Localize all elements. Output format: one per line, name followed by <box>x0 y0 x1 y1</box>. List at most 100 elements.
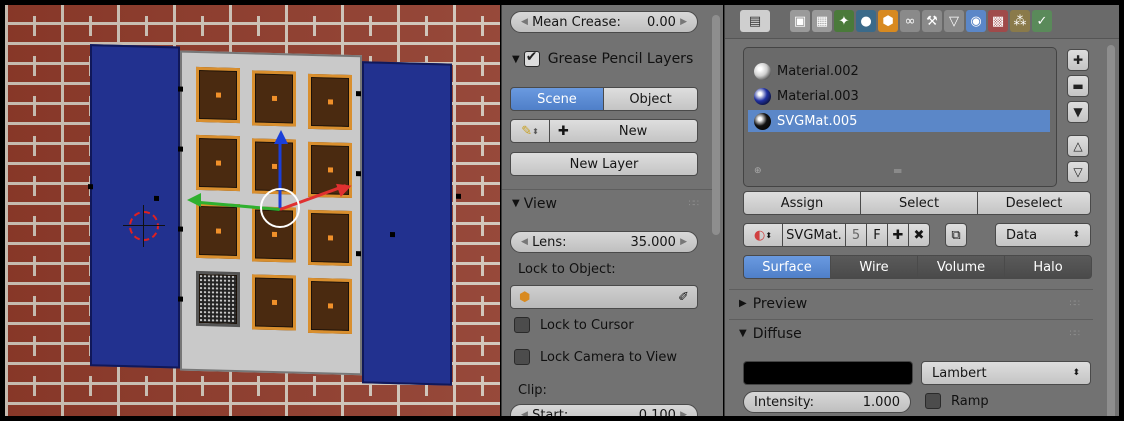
diffuse-shader-select[interactable]: Lambert ⬍ <box>921 361 1091 385</box>
gizmo-center-circle[interactable] <box>260 188 300 228</box>
gizmo-y-arrow-icon[interactable] <box>187 193 201 207</box>
material-slot-item[interactable]: Material.003 <box>748 85 1050 107</box>
lock-object-field[interactable]: ⬢ ✐ <box>510 285 698 309</box>
list-resize-handle[interactable]: ═ <box>894 164 901 178</box>
material-name-field[interactable]: SVGMat. <box>782 223 846 247</box>
pencil-browse-button[interactable]: ✎ ⬍ <box>510 119 550 143</box>
grease-pencil-checkbox[interactable] <box>523 49 540 67</box>
intensity-field[interactable]: Intensity: 1.000 <box>743 391 911 413</box>
add-icon[interactable]: ⊕ <box>754 166 762 176</box>
deselect-button[interactable]: Deselect <box>977 191 1091 215</box>
ramp-row[interactable]: Ramp <box>925 393 989 409</box>
scene-tab-icon[interactable]: ✦ <box>834 10 854 32</box>
drag-handle-icon[interactable]: ∷∷ <box>689 199 700 209</box>
window-pane[interactable] <box>196 202 240 260</box>
drag-handle-icon[interactable]: ∷∷ <box>1070 299 1081 309</box>
window-pane[interactable] <box>252 70 296 127</box>
vertex[interactable] <box>178 86 183 92</box>
texture-tab-icon[interactable]: ▩ <box>988 10 1008 32</box>
slot-menu-button[interactable]: ▼ <box>1067 101 1089 123</box>
particles-tab-icon[interactable]: ⁂ <box>1010 10 1030 32</box>
eyedropper-icon: ✐ <box>678 289 689 305</box>
fake-user-button[interactable]: F <box>866 223 888 247</box>
ramp-checkbox[interactable] <box>925 393 941 409</box>
world-tab-icon[interactable]: ● <box>856 10 876 32</box>
material-slot-list[interactable]: Material.002 Material.003 SVGMat.005 ⊕ ═ <box>743 47 1057 187</box>
object-tab-icon[interactable]: ⬢ <box>878 10 898 32</box>
vertex[interactable] <box>88 184 93 190</box>
tab-halo[interactable]: Halo <box>1004 255 1092 279</box>
vertex[interactable] <box>178 146 183 152</box>
3d-cursor[interactable] <box>129 211 159 241</box>
window-pane[interactable] <box>308 73 352 131</box>
lock-camera-checkbox[interactable] <box>514 349 530 365</box>
lock-to-cursor-row[interactable]: Lock to Cursor <box>514 317 634 333</box>
vertex[interactable] <box>154 195 159 201</box>
editor-type-icon[interactable]: ▤ <box>740 10 770 32</box>
material-slot-item[interactable]: SVGMat.005 <box>748 110 1050 132</box>
3d-viewport[interactable] <box>5 5 500 416</box>
vertex[interactable] <box>456 193 461 199</box>
lens-field[interactable]: ◀ Lens: 35.000 ▶ <box>510 231 698 253</box>
lock-camera-row[interactable]: Lock Camera to View <box>514 349 677 365</box>
material-slot-name: Material.002 <box>777 63 859 79</box>
add-slot-button[interactable]: ✚ <box>1067 49 1089 71</box>
layers-tab-icon[interactable]: ▦ <box>812 10 832 32</box>
window-pane[interactable] <box>252 138 296 195</box>
window-pane[interactable] <box>196 134 240 192</box>
browse-link-button[interactable]: ⧉ <box>945 223 967 247</box>
shutter-right[interactable] <box>362 61 452 386</box>
unlink-material-button[interactable]: ✖ <box>908 223 930 247</box>
diffuse-header[interactable]: ▼ Diffuse ∷∷ <box>729 319 1093 347</box>
tab-surface[interactable]: Surface <box>743 255 831 279</box>
grease-pencil-header[interactable]: ▼ Grease Pencil Layers <box>502 45 712 73</box>
scrollbar[interactable] <box>1107 45 1115 416</box>
assign-button[interactable]: Assign <box>743 191 861 215</box>
preview-header[interactable]: ▶ Preview ∷∷ <box>729 289 1093 317</box>
new-material-button[interactable]: ✚ <box>887 223 909 247</box>
link-type-select[interactable]: Data ⬍ <box>995 223 1091 247</box>
scene-toggle[interactable]: Scene <box>510 87 604 111</box>
scrollbar[interactable] <box>712 15 720 235</box>
vertex[interactable] <box>356 251 361 257</box>
material-slot-item[interactable]: Material.002 <box>748 60 1050 82</box>
move-down-button[interactable]: ▽ <box>1067 161 1089 183</box>
gizmo-z-arrow-icon[interactable] <box>274 130 288 144</box>
clip-start-field[interactable]: ◀ Start: 0.100 ▶ <box>510 404 698 416</box>
object-toggle[interactable]: Object <box>603 87 698 111</box>
vertex[interactable] <box>356 91 361 97</box>
vertex[interactable] <box>390 232 395 238</box>
constraints-tab-icon[interactable]: ∞ <box>900 10 920 32</box>
window-pane[interactable] <box>252 274 296 331</box>
vertex[interactable] <box>178 226 183 232</box>
vertex[interactable] <box>178 296 183 302</box>
diffuse-color-swatch[interactable] <box>743 361 913 385</box>
modifiers-tab-icon[interactable]: ⚒ <box>922 10 942 32</box>
view-header[interactable]: ▼ View ∷∷ <box>502 189 712 217</box>
new-grease-pencil-button[interactable]: ✚ New <box>549 119 698 143</box>
collapse-arrow-icon: ▶ <box>739 298 747 309</box>
window-pane[interactable] <box>308 277 352 335</box>
window-pane-selected[interactable] <box>196 270 240 328</box>
drag-handle-icon[interactable]: ∷∷ <box>1070 329 1081 339</box>
window-pane[interactable] <box>196 66 240 124</box>
select-button[interactable]: Select <box>860 191 978 215</box>
mean-crease-field[interactable]: ◀ Mean Crease: 0.00 ▶ <box>510 11 698 33</box>
material-sphere-icon <box>754 87 771 105</box>
data-tab-icon[interactable]: ▽ <box>944 10 964 32</box>
material-tab-icon[interactable]: ◉ <box>966 10 986 32</box>
user-count[interactable]: 5 <box>845 223 867 247</box>
new-layer-button[interactable]: New Layer <box>510 152 698 176</box>
window-pane[interactable] <box>308 209 352 267</box>
tab-volume[interactable]: Volume <box>917 255 1005 279</box>
render-tab-icon[interactable]: ▣ <box>790 10 810 32</box>
remove-slot-button[interactable]: ▬ <box>1067 75 1089 97</box>
tab-wire[interactable]: Wire <box>830 255 918 279</box>
physics-tab-icon[interactable]: ✓ <box>1032 10 1052 32</box>
shutter-left[interactable] <box>90 44 180 369</box>
material-browse-button[interactable]: ◐ ⬍ <box>743 223 783 247</box>
move-up-button[interactable]: △ <box>1067 135 1089 157</box>
vertex[interactable] <box>356 171 361 177</box>
lock-to-cursor-checkbox[interactable] <box>514 317 530 333</box>
chevron-down-icon: ▽ <box>1073 165 1083 179</box>
